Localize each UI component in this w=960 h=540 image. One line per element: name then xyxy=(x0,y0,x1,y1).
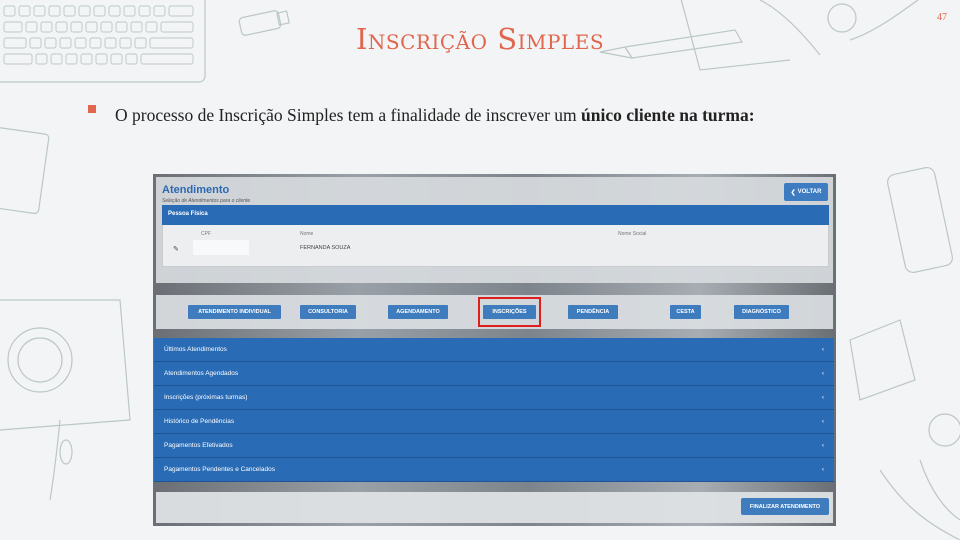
nome-value: FERNANDA SOUZA xyxy=(300,245,351,251)
footer-panel: FINALIZAR ATENDIMENTO xyxy=(156,492,833,523)
accordion-item[interactable]: Inscrições (próximas turmas) ‹ xyxy=(154,386,834,410)
accordion-item-label: Histórico de Pendências xyxy=(164,418,235,425)
bullet-item: O processo de Inscrição Simples tem a fi… xyxy=(88,104,755,126)
finalizar-atendimento-button[interactable]: FINALIZAR ATENDIMENTO xyxy=(741,498,829,515)
chevron-left-icon: ‹ xyxy=(821,466,824,473)
slide-title: Inscrição Simples xyxy=(355,22,605,56)
accordion-item-label: Pagamentos Pendentes e Cancelados xyxy=(164,466,275,473)
bullet-text: O processo de Inscrição Simples tem a fi… xyxy=(115,104,755,126)
page-subtitle: Seleção de Atendimentos para o cliente xyxy=(162,198,251,204)
accordion-item-label: Inscrições (próximas turmas) xyxy=(164,394,248,401)
page-title: Atendimento xyxy=(162,184,230,196)
back-button[interactable]: ❮ VOLTAR xyxy=(784,183,828,201)
bullet-text-bold: único cliente na turma: xyxy=(581,105,755,125)
accordion-item[interactable]: Pagamentos Efetivados ‹ xyxy=(154,434,834,458)
accordion-item-label: Últimos Atendimentos xyxy=(164,346,227,353)
chevron-left-icon: ‹ xyxy=(821,394,824,401)
cpf-value xyxy=(193,240,249,255)
pessoa-fisica-header: Pessoa Física xyxy=(162,205,829,225)
accordion-item-label: Atendimentos Agendados xyxy=(164,370,239,377)
tab-consultoria[interactable]: CONSULTORIA xyxy=(300,305,356,319)
chevron-left-icon: ‹ xyxy=(821,346,824,353)
accordion-item-label: Pagamentos Efetivados xyxy=(164,442,233,449)
pencil-icon[interactable]: ✎ xyxy=(173,245,179,253)
atendimento-panel: Atendimento Seleção de Atendimentos para… xyxy=(156,177,833,283)
chevron-left-icon: ‹ xyxy=(821,370,824,377)
tab-atendimento-individual[interactable]: ATENDIMENTO INDIVIDUAL xyxy=(188,305,281,319)
tab-pendencia[interactable]: PENDÊNCIA xyxy=(568,305,618,319)
accordion-item[interactable]: Atendimentos Agendados ‹ xyxy=(154,362,834,386)
chevron-left-icon: ‹ xyxy=(821,442,824,449)
service-tabs: ATENDIMENTO INDIVIDUAL CONSULTORIA AGEND… xyxy=(156,295,833,329)
column-header-cpf: CPF xyxy=(201,231,211,237)
accordion-item[interactable]: Histórico de Pendências ‹ xyxy=(154,410,834,434)
chevron-left-icon: ‹ xyxy=(821,418,824,425)
back-button-label: VOLTAR xyxy=(797,189,822,195)
accordion-item[interactable]: Pagamentos Pendentes e Cancelados ‹ xyxy=(154,458,834,482)
bullet-text-start: O processo de Inscrição Simples tem a fi… xyxy=(115,105,582,125)
accordion-list: Últimos Atendimentos ‹ Atendimentos Agen… xyxy=(154,338,834,482)
bullet-square-icon xyxy=(88,105,96,113)
pessoa-fisica-table: CPF Nome Nome Social ✎ FERNANDA SOUZA xyxy=(162,225,829,267)
accordion-item[interactable]: Últimos Atendimentos ‹ xyxy=(154,338,834,362)
tab-cesta[interactable]: CESTA xyxy=(670,305,701,319)
chevron-left-icon: ❮ xyxy=(790,189,796,196)
column-header-nome: Nome xyxy=(300,231,314,237)
app-screenshot: Atendimento Seleção de Atendimentos para… xyxy=(153,174,836,526)
column-header-nome-social: Nome Social xyxy=(618,231,647,237)
tab-diagnostico[interactable]: DIAGNÓSTICO xyxy=(734,305,789,319)
tab-agendamento[interactable]: AGENDAMENTO xyxy=(388,305,448,319)
highlight-box xyxy=(478,297,541,327)
